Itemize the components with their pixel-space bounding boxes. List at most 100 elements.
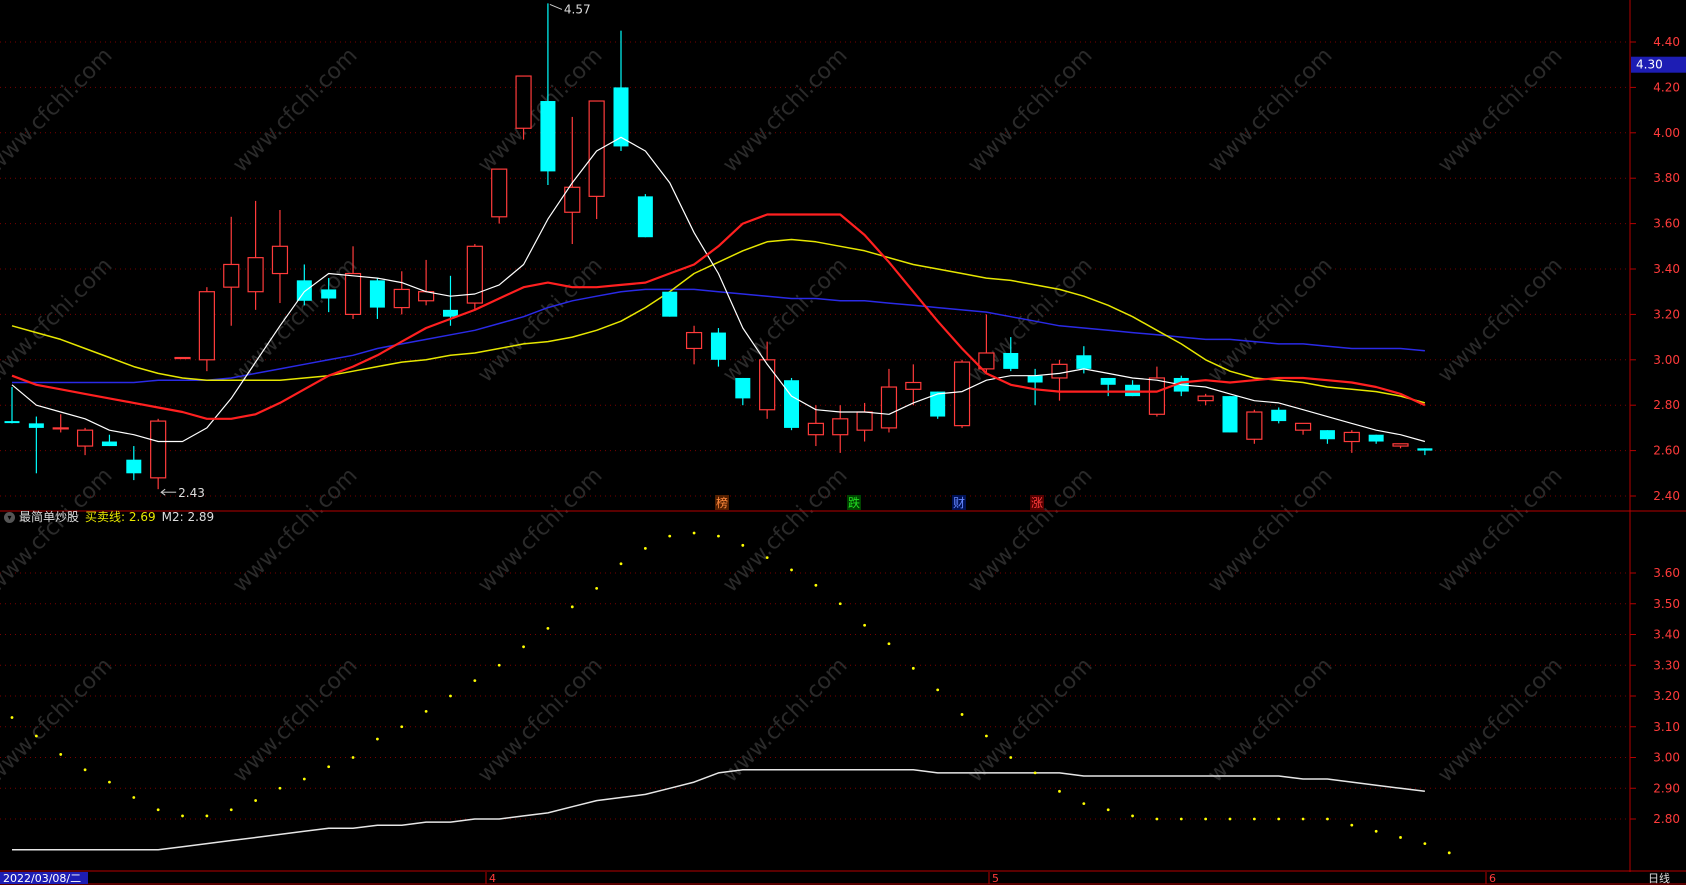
buysell-dot	[814, 583, 818, 587]
indicator-tick-label: 3.10	[1653, 720, 1680, 734]
buysell-dot	[497, 663, 501, 667]
buysell-dot	[790, 568, 793, 572]
candle-body-down	[710, 332, 726, 360]
candle-body-up	[832, 418, 849, 436]
event-marker-label: 榜	[716, 495, 728, 510]
event-marker[interactable]: 榜	[715, 495, 729, 510]
indicator-key-m2: M2: 2.89	[161, 510, 215, 524]
buysell-dot	[1033, 771, 1037, 775]
candle-body-up	[271, 245, 289, 275]
candle-body-down	[1076, 355, 1092, 369]
event-marker[interactable]: 涨	[1030, 495, 1044, 510]
indicator-legend: ▾ 最简单炒股 买卖线: 2.69 M2: 2.89	[4, 509, 214, 525]
indicator-tick-label: 3.40	[1653, 628, 1680, 642]
event-marker-label: 财	[953, 496, 965, 510]
candle-body-up	[52, 427, 69, 430]
buysell-dot	[400, 725, 404, 729]
event-marker-label: 涨	[1031, 495, 1043, 510]
buysell-dot	[692, 531, 696, 535]
buysell-dot	[351, 756, 355, 759]
indicator-tick-label: 3.20	[1653, 689, 1680, 703]
price-tick-label: 2.60	[1653, 444, 1680, 458]
buysell-dot	[254, 799, 257, 802]
buysell-dot	[10, 716, 14, 719]
candle-body-up	[150, 420, 167, 479]
month-label: 4	[489, 872, 496, 885]
candle-body-up	[344, 272, 362, 316]
buysell-dot	[473, 679, 477, 683]
price-tick-label: 2.40	[1653, 489, 1680, 503]
buysell-dot	[1326, 817, 1329, 821]
candle-body-up	[1392, 443, 1409, 447]
candle[interactable]	[953, 359, 971, 428]
buysell-dot	[1179, 817, 1183, 821]
buysell-dot	[960, 713, 964, 716]
candle[interactable]	[491, 168, 508, 224]
buysell-dot	[741, 543, 745, 547]
start-date-label: 2022/03/08/二	[3, 872, 81, 885]
buysell-dot	[278, 786, 282, 790]
buysell-dot	[132, 796, 136, 799]
candle-body-down	[784, 380, 800, 428]
buysell-dot	[156, 808, 160, 812]
indicator-name[interactable]: 最简单炒股	[19, 510, 79, 524]
price-tick-label: 4.00	[1653, 126, 1680, 140]
candle[interactable]	[662, 291, 678, 317]
candle[interactable]	[1271, 407, 1287, 424]
candle[interactable]	[1222, 396, 1238, 433]
high-price-label: 4.57	[564, 2, 591, 16]
candle[interactable]	[637, 194, 653, 238]
candle-body-up	[905, 381, 922, 390]
candle[interactable]	[198, 287, 215, 372]
event-marker[interactable]: 跌	[847, 495, 861, 510]
buysell-dot	[1009, 756, 1013, 759]
candle-body-down	[1417, 448, 1433, 451]
buysell-dot	[838, 602, 842, 606]
buysell-dot	[449, 694, 452, 698]
buysell-dot	[34, 734, 38, 738]
candle-body-down	[369, 280, 385, 308]
candle-body-up	[76, 429, 94, 447]
buysell-dot	[936, 688, 940, 692]
buysell-dot	[1277, 817, 1281, 821]
candle-body-up	[198, 291, 215, 361]
candle-body-down	[1003, 352, 1019, 369]
candle-body-up	[1197, 395, 1214, 402]
stock-chart[interactable]: www.cfchi.com www.cfchi.com www.cfchi.com w…	[0, 0, 1686, 885]
price-tick-label: 4.20	[1653, 80, 1680, 94]
month-label: 6	[1489, 872, 1496, 885]
event-marker[interactable]: 财	[952, 495, 966, 510]
price-tick-label: 3.80	[1653, 171, 1680, 185]
candle-body-up	[953, 361, 971, 427]
candle-body-down	[1027, 375, 1043, 383]
event-marker-label: 跌	[848, 495, 860, 510]
candle-body-down	[4, 421, 20, 424]
buysell-dot	[1106, 808, 1110, 812]
candle[interactable]	[174, 356, 191, 360]
buysell-dot	[424, 709, 428, 713]
buysell-dot	[911, 666, 915, 670]
candle-body-up	[393, 288, 410, 309]
indicator-tick-label: 3.60	[1653, 566, 1680, 580]
buysell-dot	[619, 562, 623, 566]
candle[interactable]	[1246, 409, 1263, 444]
buysell-dot	[717, 534, 720, 538]
candle-body-up	[880, 386, 898, 429]
candle[interactable]	[784, 377, 800, 431]
buysell-dot	[985, 734, 988, 738]
candle[interactable]	[466, 244, 483, 310]
candle-body-down	[735, 377, 751, 399]
candle-body-up	[685, 331, 703, 350]
collapse-toggle-icon[interactable]: ▾	[4, 512, 15, 523]
candle-body-up	[807, 422, 824, 436]
buysell-dot	[1155, 817, 1159, 821]
period-label[interactable]: 日线	[1648, 871, 1670, 885]
buysell-dot	[1082, 802, 1086, 806]
candle-body-down	[540, 101, 556, 172]
candle-body-down	[1319, 430, 1335, 440]
candle-body-down	[1368, 434, 1384, 442]
buysell-dot	[595, 586, 599, 590]
low-price-label: 2.43	[178, 486, 205, 500]
candle-body-up	[174, 356, 191, 360]
buysell-dot	[887, 642, 891, 646]
